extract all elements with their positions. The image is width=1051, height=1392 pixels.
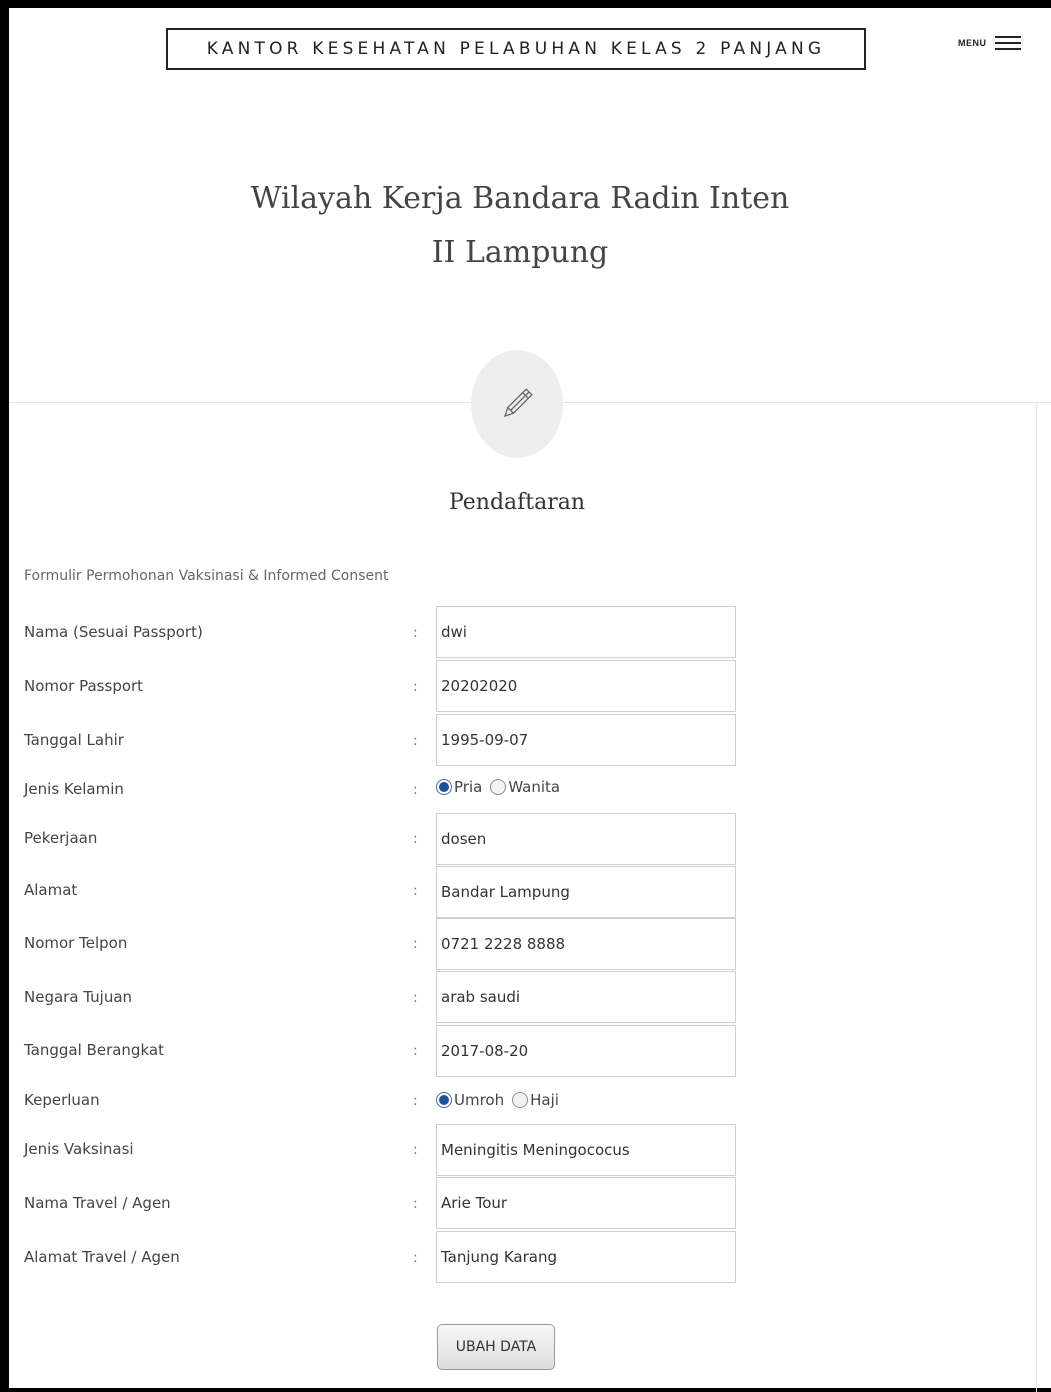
nama-label: Nama (Sesuai Passport): [24, 623, 203, 641]
pekerjaan-input[interactable]: [436, 813, 736, 865]
radio-haji-label[interactable]: Haji: [530, 1091, 559, 1109]
menu-label: MENU: [958, 38, 987, 48]
keperluan-radio-group: Umroh Haji: [436, 1091, 567, 1109]
radio-pria[interactable]: [436, 779, 452, 795]
vaksinasi-label: Jenis Vaksinasi: [24, 1140, 134, 1158]
travel-alamat-colon: :: [413, 1250, 418, 1266]
pencil-badge: [471, 350, 563, 458]
vaksinasi-input[interactable]: [436, 1124, 736, 1176]
pekerjaan-colon: :: [413, 831, 418, 847]
alamat-input[interactable]: [436, 866, 736, 918]
berangkat-colon: :: [413, 1043, 418, 1059]
negara-input[interactable]: [436, 971, 736, 1023]
vaksinasi-colon: :: [413, 1142, 418, 1158]
radio-pria-label[interactable]: Pria: [454, 778, 482, 796]
pekerjaan-label: Pekerjaan: [24, 829, 98, 847]
gender-radio-group: Pria Wanita: [436, 778, 568, 796]
passport-label: Nomor Passport: [24, 677, 144, 695]
tanggal-lahir-colon: :: [413, 733, 418, 749]
radio-umroh[interactable]: [436, 1092, 452, 1108]
alamat-label: Alamat: [24, 881, 78, 899]
alamat-colon: :: [413, 883, 418, 899]
radio-haji[interactable]: [512, 1092, 529, 1108]
nama-colon: :: [413, 625, 418, 641]
form-caption: Formulir Permohonan Vaksinasi & Informed…: [24, 568, 389, 584]
berangkat-label: Tanggal Berangkat: [24, 1041, 164, 1059]
travel-label: Nama Travel / Agen: [24, 1194, 171, 1212]
telpon-colon: :: [413, 936, 418, 952]
site-brand-text: KANTOR KESEHATAN PELABUHAN KELAS 2 PANJA…: [206, 39, 826, 59]
ubah-data-button[interactable]: UBAH DATA: [437, 1324, 555, 1370]
travel-alamat-input[interactable]: [436, 1231, 736, 1283]
keperluan-label: Keperluan: [24, 1091, 100, 1109]
section-title: Pendaftaran: [448, 490, 586, 515]
berangkat-input[interactable]: [436, 1025, 736, 1077]
jenis-kelamin-label: Jenis Kelamin: [24, 780, 124, 798]
radio-wanita-label[interactable]: Wanita: [508, 778, 560, 796]
travel-alamat-label: Alamat Travel / Agen: [24, 1248, 180, 1266]
telpon-input[interactable]: [436, 918, 736, 970]
page-headline: Wilayah Kerja Bandara Radin Inten II Lam…: [170, 172, 870, 280]
jenis-kelamin-colon: :: [413, 782, 418, 798]
nama-input[interactable]: [436, 606, 736, 658]
tanggal-lahir-input[interactable]: [436, 714, 736, 766]
hamburger-icon[interactable]: [994, 36, 1021, 50]
passport-colon: :: [413, 679, 418, 695]
headline-line-2: II Lampung: [431, 235, 609, 270]
section-border-right: [1036, 402, 1037, 1392]
radio-wanita[interactable]: [490, 779, 507, 795]
negara-label: Negara Tujuan: [24, 988, 133, 1006]
menu-toggle[interactable]: MENU: [958, 36, 1021, 50]
radio-umroh-label[interactable]: Umroh: [454, 1091, 504, 1109]
passport-input[interactable]: [436, 660, 736, 712]
headline-line-1: Wilayah Kerja Bandara Radin Inten: [250, 181, 790, 216]
travel-input[interactable]: [436, 1177, 736, 1229]
site-brand[interactable]: KANTOR KESEHATAN PELABUHAN KELAS 2 PANJA…: [166, 28, 866, 70]
travel-colon: :: [413, 1196, 418, 1212]
keperluan-colon: :: [413, 1093, 418, 1109]
tanggal-lahir-label: Tanggal Lahir: [24, 731, 124, 749]
window-frame-top: [0, 0, 1051, 8]
window-frame-bottom: [0, 1388, 1051, 1392]
telpon-label: Nomor Telpon: [24, 934, 128, 952]
negara-colon: :: [413, 990, 418, 1006]
window-frame-left: [0, 0, 9, 1392]
pencil-icon: [503, 388, 533, 418]
